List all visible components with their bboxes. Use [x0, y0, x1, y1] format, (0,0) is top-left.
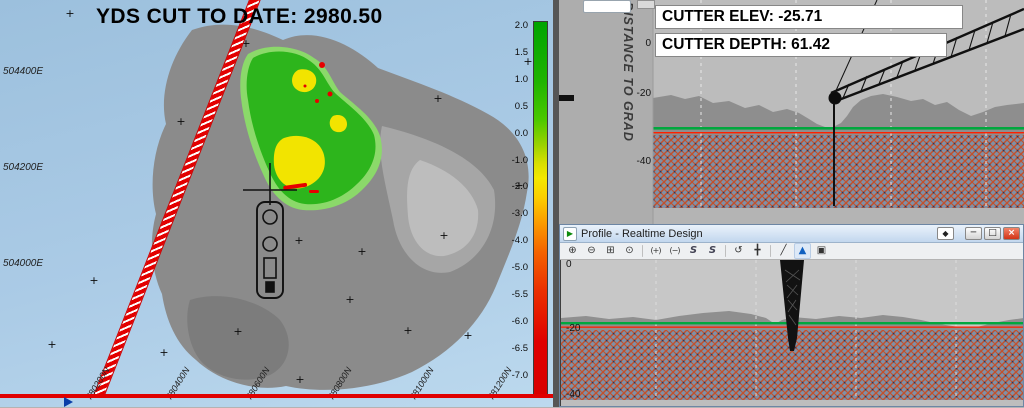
grid-cross-marker: + — [345, 293, 354, 306]
refresh-icon[interactable]: ↺ — [730, 243, 747, 259]
yards-cut-title: YDS CUT TO DATE: 2980.50 — [96, 5, 383, 29]
background-window-buttons-fragment — [637, 0, 655, 9]
map-boundary-line — [0, 394, 553, 398]
pan-icon[interactable]: ╋ — [749, 243, 766, 259]
elevation-color-scale — [533, 21, 548, 395]
scale-label: -5.0 — [498, 262, 528, 273]
zoom-extents-icon[interactable]: ⊙ — [621, 243, 638, 259]
smoothing-alt-icon[interactable]: S — [704, 243, 721, 259]
grid-cross-marker: + — [439, 229, 448, 242]
separator — [642, 245, 643, 257]
expand-range-icon[interactable]: (+) — [647, 243, 664, 259]
zoom-out-icon[interactable]: ⊖ — [583, 243, 600, 259]
separator — [770, 245, 771, 257]
cutter-elev-readout: CUTTER ELEV: -25.71 — [655, 5, 963, 29]
scale-label: 1.5 — [498, 47, 528, 58]
zoom-in-icon[interactable]: ⊕ — [564, 243, 581, 259]
grid-cross-marker: + — [159, 346, 168, 359]
window-titlebar[interactable]: ▶ Profile - Realtime Design ◆ ─□× — [560, 225, 1023, 243]
profile-chart-area[interactable] — [560, 260, 1023, 406]
scale-label: 1.0 — [498, 74, 528, 85]
close-button[interactable]: × — [1003, 227, 1020, 240]
design-grade-line — [653, 127, 1024, 130]
grid-cross-marker: + — [89, 274, 98, 287]
elevation-marker — [559, 95, 574, 101]
zoom-window-icon[interactable]: ⊞ — [602, 243, 619, 259]
scale-label: -5.5 — [498, 289, 528, 300]
window-controls: ◆ ─□× — [935, 227, 1020, 240]
cutter-depth-readout: CUTTER DEPTH: 61.42 — [655, 33, 947, 57]
scale-label: -6.0 — [498, 316, 528, 327]
grid-cross-marker: + — [233, 325, 242, 338]
grid-cross-marker: + — [433, 92, 442, 105]
grid-cross-marker: + — [65, 7, 74, 20]
scale-label: -7.0 — [498, 370, 528, 381]
profile-realtime-design-window: ▶ Profile - Realtime Design ◆ ─□× ⊕⊖⊞⊙ (+)… — [559, 224, 1024, 407]
minimize-button[interactable]: ─ — [965, 227, 982, 240]
panel-divider — [553, 0, 559, 407]
profile-toolbar: ⊕⊖⊞⊙(+)(−)SS↺╋╱▲▣ — [560, 243, 1023, 260]
easting-label: 504400E — [3, 66, 43, 77]
scale-label: -6.5 — [498, 343, 528, 354]
color-scale-labels: 2.0 1.5 1.0 0.5 0.0 -1.0 -2.0 -3.0 -4.0 -5.0 -5.5 -… — [498, 0, 530, 407]
window-app-icon: ▶ — [563, 227, 577, 241]
separator — [725, 245, 726, 257]
scale-label: -1.0 — [498, 155, 528, 166]
vertical-axis-label: DISTANCE TO GRAD — [621, 2, 635, 142]
scale-label: 0.5 — [498, 101, 528, 112]
scale-label: -2.0 — [498, 181, 528, 192]
easting-label: 504000E — [3, 258, 43, 269]
maximize-button[interactable]: □ — [984, 227, 1001, 240]
measure-icon[interactable]: ╱ — [775, 243, 792, 259]
grid-cross-marker: + — [176, 115, 185, 128]
background-window-fragment — [583, 0, 631, 13]
easting-label: 504200E — [3, 162, 43, 173]
plan-view-map-panel: YDS CUT TO DATE: 2980.50 +++++++++++++++… — [0, 0, 553, 407]
grid-cross-marker: + — [357, 245, 366, 258]
position-pointer-icon — [64, 397, 73, 407]
profile-chart-canvas[interactable] — [561, 260, 1023, 406]
grid-cross-marker: + — [403, 324, 412, 337]
window-title: Profile - Realtime Design — [581, 228, 935, 240]
snapshot-icon[interactable]: ▲ — [794, 243, 811, 259]
scale-label: -4.0 — [498, 235, 528, 246]
smoothing-icon[interactable]: S — [685, 243, 702, 259]
scale-label: -3.0 — [498, 208, 528, 219]
scale-label: 0.0 — [498, 128, 528, 139]
overdepth-line — [653, 132, 1024, 133]
grid-cross-marker: + — [463, 329, 472, 342]
diamond-button[interactable]: ◆ — [937, 227, 954, 240]
grid-cross-marker: + — [47, 338, 56, 351]
cutter-head-icon — [829, 92, 841, 104]
dredge-map-canvas[interactable] — [0, 0, 553, 407]
copy-view-icon[interactable]: ▣ — [813, 243, 830, 259]
cutter-profile-panel: DISTANCE TO GRAD CUTTER ELEV: -25.71 CUT… — [559, 0, 1024, 224]
shrink-range-icon[interactable]: (−) — [666, 243, 683, 259]
undredged-material-hatch — [653, 134, 1024, 208]
scale-label: 2.0 — [498, 20, 528, 31]
grid-cross-marker: + — [294, 234, 303, 247]
grid-cross-marker: + — [295, 373, 304, 386]
